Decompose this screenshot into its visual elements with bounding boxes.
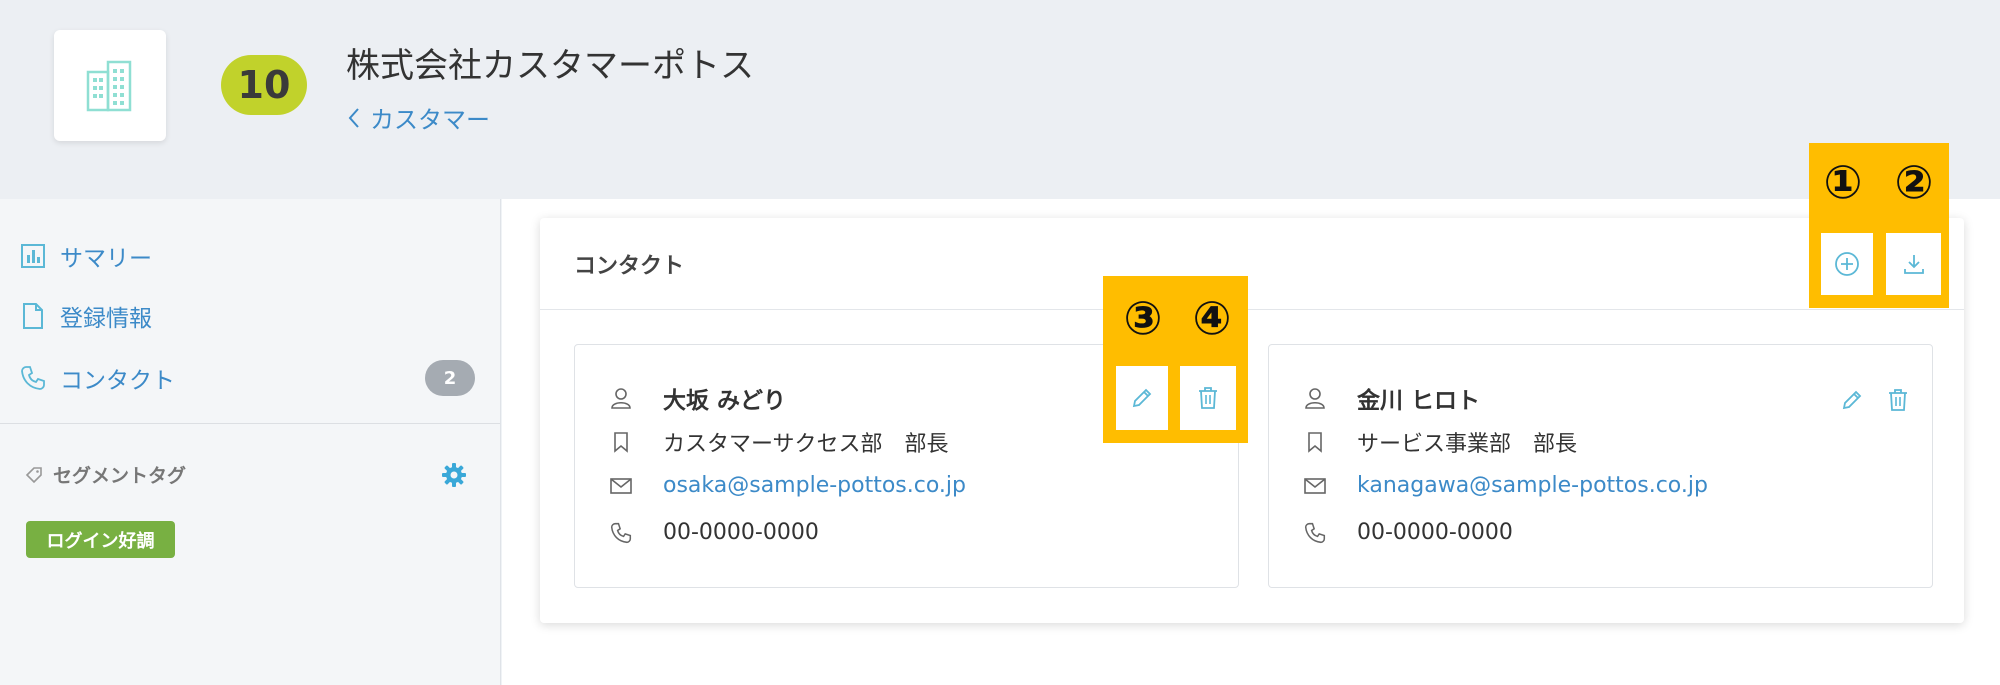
annotation-number-1: ① — [1823, 155, 1863, 209]
sidebar-divider — [0, 423, 500, 424]
segment-tag-heading: セグメントタグ — [25, 461, 186, 488]
plus-circle-icon — [1835, 252, 1859, 276]
contact-count-badge: 2 — [425, 360, 475, 396]
contact-phone-row: 00-0000-0000 — [609, 520, 819, 545]
breadcrumb-link[interactable]: カスタマー — [370, 100, 490, 135]
tag-icon — [25, 466, 42, 483]
contact-position-row: サービス事業部 部長 — [1303, 426, 1577, 458]
annotation-number-4: ④ — [1192, 291, 1232, 345]
annotation-number-3: ③ — [1123, 291, 1163, 345]
sidebar-item-label: サマリー — [60, 246, 152, 272]
sidebar-item-summary[interactable]: サマリー — [20, 236, 152, 276]
mail-icon — [609, 474, 633, 498]
contact-name-row: 金川 ヒロト — [1303, 381, 1480, 415]
contact-email[interactable]: osaka@sample-pottos.co.jp — [663, 473, 966, 498]
download-button[interactable] — [1886, 233, 1941, 295]
phone-icon — [21, 366, 45, 390]
sidebar: サマリー 登録情報 コンタクト 2 セグメントタグ ログイン好調 — [0, 199, 501, 685]
contact-email-row: kanagawa@sample-pottos.co.jp — [1303, 473, 1708, 498]
edit-button[interactable] — [1837, 385, 1867, 415]
sidebar-item-label: コンタクト — [60, 368, 175, 394]
bookmark-icon — [609, 430, 633, 454]
segment-tag-badge[interactable]: ログイン好調 — [26, 521, 175, 558]
chevron-left-icon — [348, 107, 359, 128]
gear-icon[interactable] — [441, 462, 467, 492]
trash-icon — [1199, 387, 1217, 409]
contact-phone: 00-0000-0000 — [663, 520, 819, 545]
contact-email[interactable]: kanagawa@sample-pottos.co.jp — [1357, 473, 1708, 498]
contact-card: 金川 ヒロト サービス事業部 部長 kanagawa@sample-pottos… — [1268, 344, 1933, 588]
contact-phone-row: 00-0000-0000 — [1303, 520, 1513, 545]
panel-title: コンタクト — [574, 254, 685, 279]
panel-divider — [540, 309, 1964, 310]
bar-chart-icon — [21, 244, 45, 268]
document-icon — [23, 303, 43, 329]
contact-email-row: osaka@sample-pottos.co.jp — [609, 473, 966, 498]
contact-name: 金川 ヒロト — [1357, 388, 1481, 414]
contact-position: カスタマーサクセス部 部長 — [663, 432, 949, 457]
segment-tag-title: セグメントタグ — [53, 465, 187, 487]
contact-position: サービス事業部 部長 — [1357, 432, 1578, 457]
building-icon — [86, 60, 132, 111]
phone-icon — [609, 521, 633, 545]
annotation-number-2: ② — [1894, 155, 1934, 209]
pencil-icon — [1132, 388, 1152, 408]
page-header: 10 株式会社カスタマーポトス カスタマー — [0, 0, 2000, 199]
bookmark-icon — [1303, 430, 1327, 454]
page-title: 株式会社カスタマーポトス — [346, 46, 754, 86]
trash-icon — [1889, 389, 1907, 411]
add-contact-button[interactable] — [1821, 233, 1873, 295]
edit-button[interactable] — [1116, 366, 1168, 430]
delete-button[interactable] — [1180, 366, 1236, 430]
download-icon — [1903, 255, 1924, 274]
sidebar-item-label: 登録情報 — [60, 306, 152, 332]
contact-name-row: 大坂 みどり — [609, 381, 786, 415]
contact-panel: コンタクト 大坂 みどり カスタマーサクセス部 部長 osaka@sample-… — [540, 218, 1964, 623]
mail-icon — [1303, 474, 1327, 498]
contact-phone: 00-0000-0000 — [1357, 520, 1513, 545]
pencil-icon — [1842, 390, 1862, 410]
company-logo — [54, 30, 166, 141]
person-icon — [609, 386, 633, 410]
phone-icon — [1303, 521, 1327, 545]
delete-button[interactable] — [1883, 385, 1913, 415]
contact-name: 大坂 みどり — [663, 388, 787, 414]
person-icon — [1303, 386, 1327, 410]
sidebar-item-registration[interactable]: 登録情報 — [20, 296, 152, 336]
sidebar-item-contact[interactable]: コンタクト — [20, 358, 175, 398]
breadcrumb[interactable]: カスタマー — [348, 100, 490, 135]
contact-position-row: カスタマーサクセス部 部長 — [609, 426, 949, 458]
id-badge: 10 — [221, 55, 307, 115]
